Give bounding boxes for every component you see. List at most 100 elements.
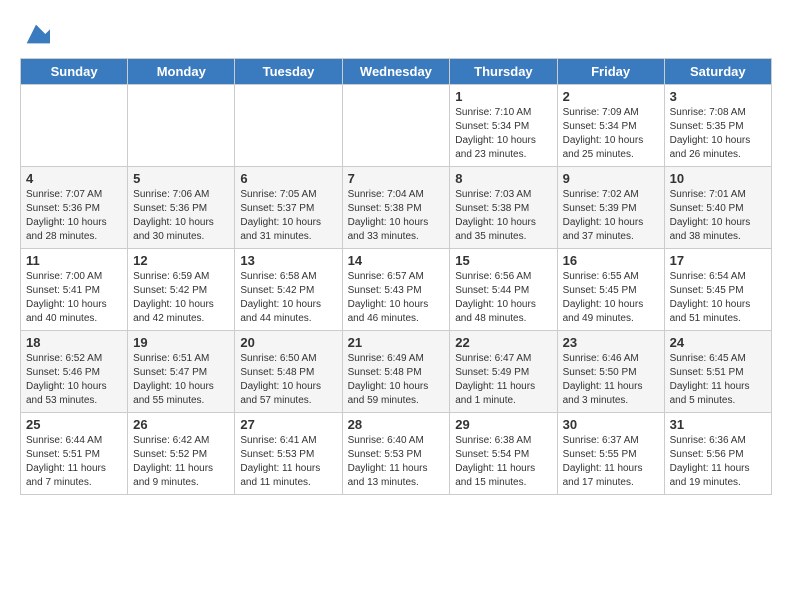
day-number: 28 bbox=[348, 417, 445, 432]
calendar-cell: 9 Sunrise: 7:02 AM Sunset: 5:39 PM Daylig… bbox=[557, 167, 664, 249]
day-info: Sunrise: 7:07 AM Sunset: 5:36 PM Dayligh… bbox=[26, 188, 122, 244]
calendar-week-row: 11 Sunrise: 7:00 AM Sunset: 5:41 PM Dayli… bbox=[21, 249, 772, 331]
weekday-header: Thursday bbox=[450, 59, 557, 85]
day-number: 5 bbox=[133, 171, 229, 186]
day-number: 19 bbox=[133, 335, 229, 350]
day-info: Sunrise: 6:44 AM Sunset: 5:51 PM Dayligh… bbox=[26, 434, 122, 490]
day-info: Sunrise: 6:42 AM Sunset: 5:52 PM Dayligh… bbox=[133, 434, 229, 490]
day-info: Sunrise: 6:37 AM Sunset: 5:55 PM Dayligh… bbox=[563, 434, 659, 490]
day-info: Sunrise: 6:46 AM Sunset: 5:50 PM Dayligh… bbox=[563, 352, 659, 408]
day-info: Sunrise: 6:50 AM Sunset: 5:48 PM Dayligh… bbox=[240, 352, 336, 408]
calendar-cell: 16 Sunrise: 6:55 AM Sunset: 5:45 PM Dayli… bbox=[557, 249, 664, 331]
calendar-cell bbox=[21, 85, 128, 167]
day-info: Sunrise: 7:06 AM Sunset: 5:36 PM Dayligh… bbox=[133, 188, 229, 244]
day-number: 21 bbox=[348, 335, 445, 350]
calendar-cell: 22 Sunrise: 6:47 AM Sunset: 5:49 PM Dayli… bbox=[450, 331, 557, 413]
weekday-header: Monday bbox=[128, 59, 235, 85]
day-number: 15 bbox=[455, 253, 551, 268]
calendar-cell: 15 Sunrise: 6:56 AM Sunset: 5:44 PM Dayli… bbox=[450, 249, 557, 331]
day-info: Sunrise: 6:56 AM Sunset: 5:44 PM Dayligh… bbox=[455, 270, 551, 326]
day-info: Sunrise: 7:01 AM Sunset: 5:40 PM Dayligh… bbox=[670, 188, 766, 244]
calendar-cell: 27 Sunrise: 6:41 AM Sunset: 5:53 PM Dayli… bbox=[235, 413, 342, 495]
calendar-week-row: 4 Sunrise: 7:07 AM Sunset: 5:36 PM Daylig… bbox=[21, 167, 772, 249]
calendar-week-row: 18Sunrise: 6:52 AM Sunset: 5:46 PM Dayli… bbox=[21, 331, 772, 413]
weekday-header: Wednesday bbox=[342, 59, 450, 85]
calendar-cell: 19 Sunrise: 6:51 AM Sunset: 5:47 PM Dayli… bbox=[128, 331, 235, 413]
day-info: Sunrise: 6:51 AM Sunset: 5:47 PM Dayligh… bbox=[133, 352, 229, 408]
calendar-cell: 6 Sunrise: 7:05 AM Sunset: 5:37 PM Daylig… bbox=[235, 167, 342, 249]
day-number: 9 bbox=[563, 171, 659, 186]
day-info: Sunrise: 7:04 AM Sunset: 5:38 PM Dayligh… bbox=[348, 188, 445, 244]
day-number: 1 bbox=[455, 89, 551, 104]
day-number: 6 bbox=[240, 171, 336, 186]
logo bbox=[20, 20, 50, 48]
day-number: 12 bbox=[133, 253, 229, 268]
calendar-cell: 7 Sunrise: 7:04 AM Sunset: 5:38 PM Daylig… bbox=[342, 167, 450, 249]
calendar-cell: 25 Sunrise: 6:44 AM Sunset: 5:51 PM Dayli… bbox=[21, 413, 128, 495]
day-info: Sunrise: 7:03 AM Sunset: 5:38 PM Dayligh… bbox=[455, 188, 551, 244]
day-number: 20 bbox=[240, 335, 336, 350]
calendar-cell: 28 Sunrise: 6:40 AM Sunset: 5:53 PM Dayli… bbox=[342, 413, 450, 495]
day-info: Sunrise: 6:47 AM Sunset: 5:49 PM Dayligh… bbox=[455, 352, 551, 408]
calendar-cell bbox=[342, 85, 450, 167]
calendar-cell: 14 Sunrise: 6:57 AM Sunset: 5:43 PM Dayli… bbox=[342, 249, 450, 331]
calendar-cell: 1 Sunrise: 7:10 AM Sunset: 5:34 PM Daylig… bbox=[450, 85, 557, 167]
day-number: 2 bbox=[563, 89, 659, 104]
calendar-cell: 11 Sunrise: 7:00 AM Sunset: 5:41 PM Dayli… bbox=[21, 249, 128, 331]
day-info: Sunrise: 7:10 AM Sunset: 5:34 PM Dayligh… bbox=[455, 106, 551, 162]
weekday-header: Tuesday bbox=[235, 59, 342, 85]
calendar-cell bbox=[235, 85, 342, 167]
calendar-cell: 21 Sunrise: 6:49 AM Sunset: 5:48 PM Dayli… bbox=[342, 331, 450, 413]
calendar-table: SundayMondayTuesdayWednesdayThursdayFrid… bbox=[20, 58, 772, 495]
day-info: Sunrise: 6:59 AM Sunset: 5:42 PM Dayligh… bbox=[133, 270, 229, 326]
day-number: 31 bbox=[670, 417, 766, 432]
day-info: Sunrise: 6:54 AM Sunset: 5:45 PM Dayligh… bbox=[670, 270, 766, 326]
day-info: Sunrise: 6:38 AM Sunset: 5:54 PM Dayligh… bbox=[455, 434, 551, 490]
day-number: 10 bbox=[670, 171, 766, 186]
day-info: Sunrise: 6:52 AM Sunset: 5:46 PM Dayligh… bbox=[26, 352, 122, 408]
weekday-header-row: SundayMondayTuesdayWednesdayThursdayFrid… bbox=[21, 59, 772, 85]
day-number: 3 bbox=[670, 89, 766, 104]
day-info: Sunrise: 6:58 AM Sunset: 5:42 PM Dayligh… bbox=[240, 270, 336, 326]
day-info: Sunrise: 6:40 AM Sunset: 5:53 PM Dayligh… bbox=[348, 434, 445, 490]
page-header bbox=[20, 20, 772, 48]
calendar-cell: 31Sunrise: 6:36 AM Sunset: 5:56 PM Dayli… bbox=[664, 413, 771, 495]
day-number: 24 bbox=[670, 335, 766, 350]
calendar-cell: 17 Sunrise: 6:54 AM Sunset: 5:45 PM Dayli… bbox=[664, 249, 771, 331]
day-info: Sunrise: 7:08 AM Sunset: 5:35 PM Dayligh… bbox=[670, 106, 766, 162]
day-number: 30 bbox=[563, 417, 659, 432]
day-number: 13 bbox=[240, 253, 336, 268]
calendar-cell: 5 Sunrise: 7:06 AM Sunset: 5:36 PM Daylig… bbox=[128, 167, 235, 249]
day-number: 27 bbox=[240, 417, 336, 432]
calendar-cell: 10 Sunrise: 7:01 AM Sunset: 5:40 PM Dayli… bbox=[664, 167, 771, 249]
day-number: 8 bbox=[455, 171, 551, 186]
day-number: 17 bbox=[670, 253, 766, 268]
day-number: 7 bbox=[348, 171, 445, 186]
day-number: 4 bbox=[26, 171, 122, 186]
weekday-header: Friday bbox=[557, 59, 664, 85]
calendar-cell: 24 Sunrise: 6:45 AM Sunset: 5:51 PM Dayli… bbox=[664, 331, 771, 413]
day-info: Sunrise: 7:05 AM Sunset: 5:37 PM Dayligh… bbox=[240, 188, 336, 244]
day-info: Sunrise: 6:55 AM Sunset: 5:45 PM Dayligh… bbox=[563, 270, 659, 326]
calendar-cell: 3 Sunrise: 7:08 AM Sunset: 5:35 PM Daylig… bbox=[664, 85, 771, 167]
day-info: Sunrise: 6:45 AM Sunset: 5:51 PM Dayligh… bbox=[670, 352, 766, 408]
day-info: Sunrise: 7:02 AM Sunset: 5:39 PM Dayligh… bbox=[563, 188, 659, 244]
calendar-week-row: 1 Sunrise: 7:10 AM Sunset: 5:34 PM Daylig… bbox=[21, 85, 772, 167]
day-info: Sunrise: 6:49 AM Sunset: 5:48 PM Dayligh… bbox=[348, 352, 445, 408]
calendar-cell: 29 Sunrise: 6:38 AM Sunset: 5:54 PM Dayli… bbox=[450, 413, 557, 495]
day-number: 14 bbox=[348, 253, 445, 268]
calendar-cell bbox=[128, 85, 235, 167]
day-number: 25 bbox=[26, 417, 122, 432]
day-number: 16 bbox=[563, 253, 659, 268]
day-info: Sunrise: 6:41 AM Sunset: 5:53 PM Dayligh… bbox=[240, 434, 336, 490]
calendar-week-row: 25 Sunrise: 6:44 AM Sunset: 5:51 PM Dayli… bbox=[21, 413, 772, 495]
calendar-cell: 12 Sunrise: 6:59 AM Sunset: 5:42 PM Dayli… bbox=[128, 249, 235, 331]
logo-icon bbox=[22, 20, 50, 48]
day-number: 29 bbox=[455, 417, 551, 432]
day-number: 11 bbox=[26, 253, 122, 268]
day-number: 22 bbox=[455, 335, 551, 350]
calendar-cell: 30 Sunrise: 6:37 AM Sunset: 5:55 PM Dayli… bbox=[557, 413, 664, 495]
day-info: Sunrise: 6:57 AM Sunset: 5:43 PM Dayligh… bbox=[348, 270, 445, 326]
calendar-cell: 23Sunrise: 6:46 AM Sunset: 5:50 PM Dayli… bbox=[557, 331, 664, 413]
day-info: Sunrise: 7:00 AM Sunset: 5:41 PM Dayligh… bbox=[26, 270, 122, 326]
